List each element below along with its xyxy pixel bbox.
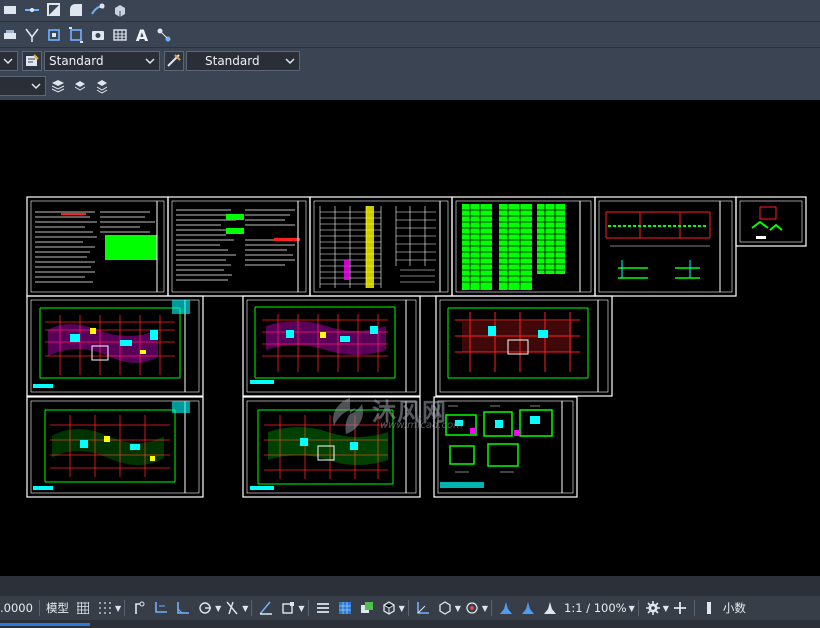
layer-isolate-icon[interactable] — [92, 76, 112, 96]
table-icon[interactable] — [110, 25, 130, 45]
annotation-scale-icon[interactable] — [539, 596, 561, 620]
sheet-detail — [735, 196, 807, 247]
sheet-schedule-1 — [309, 196, 453, 297]
camera-icon[interactable] — [88, 25, 108, 45]
annotation-scale-value[interactable]: 1:1 / 100% — [561, 596, 630, 620]
model-space-button[interactable]: 模型 — [43, 596, 72, 620]
print-icon[interactable] — [0, 25, 20, 45]
chevron-down-icon[interactable]: ▼ — [242, 604, 248, 613]
toolbar-row-modify — [0, 0, 130, 20]
isodraft-icon[interactable] — [221, 596, 243, 620]
layer-dropdown[interactable] — [0, 76, 46, 96]
sheet-notes-2 — [167, 196, 311, 297]
sheet-plan-5 — [242, 396, 421, 498]
dynamic-input-icon[interactable] — [150, 596, 172, 620]
chevron-down-icon[interactable]: ▼ — [482, 604, 488, 613]
selection-cycling-icon[interactable] — [356, 596, 378, 620]
layer-dropdown-stub[interactable] — [0, 51, 18, 71]
chevron-down-icon[interactable]: ▼ — [629, 604, 635, 613]
chevron-down-icon — [144, 55, 156, 67]
drawing-canvas[interactable]: 沐风网 www.mfcad.com — [0, 100, 820, 576]
sheet-schedule-2 — [451, 196, 596, 297]
chevron-down-icon — [2, 55, 14, 67]
sheet-details-2 — [433, 396, 578, 498]
3d-box-icon[interactable] — [110, 0, 130, 20]
multileader-icon[interactable] — [154, 25, 174, 45]
scale-icon[interactable] — [66, 25, 86, 45]
text-style-value: Standard — [49, 54, 104, 68]
text-style-dropdown[interactable]: Standard — [44, 51, 160, 71]
toolbar-row-annotate: A — [0, 25, 174, 45]
bottom-edge — [0, 620, 820, 628]
sheet-notes-1 — [26, 196, 169, 297]
infer-constraints-icon[interactable] — [128, 596, 150, 620]
dim-style-dropdown[interactable]: Standard — [186, 51, 300, 71]
sheet-plan-2 — [242, 295, 421, 397]
dynamic-ucs-icon[interactable] — [412, 596, 434, 620]
drawing-sheets — [26, 196, 807, 498]
command-line-area[interactable] — [0, 576, 820, 596]
units-label[interactable]: 小数 — [720, 596, 749, 620]
gizmo-icon[interactable] — [461, 596, 483, 620]
chevron-down-icon[interactable]: ▼ — [298, 604, 304, 613]
annotation-visibility-icon[interactable] — [495, 596, 517, 620]
object-snap-icon[interactable] — [277, 596, 299, 620]
selection-filter-icon[interactable] — [434, 596, 456, 620]
sheet-plan-4 — [26, 396, 204, 498]
layer-previous-icon[interactable] — [70, 76, 90, 96]
units-icon[interactable] — [698, 596, 720, 620]
blend-curves-icon[interactable] — [88, 0, 108, 20]
chevron-down-icon[interactable]: ▼ — [115, 604, 121, 613]
join-icon[interactable] — [22, 0, 42, 20]
rectangle-icon[interactable] — [0, 0, 20, 20]
coordinate-readout: .0000 — [0, 601, 33, 615]
active-tab-indicator — [0, 623, 90, 626]
object-snap-tracking-icon[interactable] — [255, 596, 277, 620]
layer-states-icon[interactable] — [48, 76, 68, 96]
chevron-down-icon — [30, 80, 42, 92]
sheet-section — [594, 196, 737, 297]
dim-style-value: Standard — [205, 54, 260, 68]
gear-icon[interactable] — [642, 596, 664, 620]
chamfer-icon[interactable] — [66, 0, 86, 20]
lineweight-icon[interactable] — [312, 596, 334, 620]
grid-icon[interactable] — [72, 596, 94, 620]
toolbar-area: A Standard Standard — [0, 0, 820, 100]
sheet-plan-3 — [435, 295, 613, 397]
auto-scale-icon[interactable] — [517, 596, 539, 620]
polar-tracking-icon[interactable] — [194, 596, 216, 620]
explode-icon[interactable] — [44, 25, 64, 45]
status-bar: .0000 模型 ▼ ▼ ▼ ▼ ▼ ▼ ▼ 1:1 / 100% ▼ ▼ 小数 — [0, 596, 820, 620]
sheet-plan-1 — [26, 295, 204, 397]
snap-grid-icon[interactable] — [94, 596, 116, 620]
plus-icon[interactable] — [669, 596, 691, 620]
fillet-icon[interactable] — [44, 0, 64, 20]
chevron-down-icon[interactable]: ▼ — [399, 604, 405, 613]
text-icon[interactable]: A — [132, 25, 152, 45]
3d-osnap-icon[interactable] — [378, 596, 400, 620]
ortho-icon[interactable] — [172, 596, 194, 620]
dim-style-icon[interactable] — [164, 51, 184, 71]
dimension-icon[interactable] — [22, 25, 42, 45]
transparency-icon[interactable] — [334, 596, 356, 620]
chevron-down-icon — [284, 55, 296, 67]
text-style-icon[interactable] — [22, 51, 42, 71]
